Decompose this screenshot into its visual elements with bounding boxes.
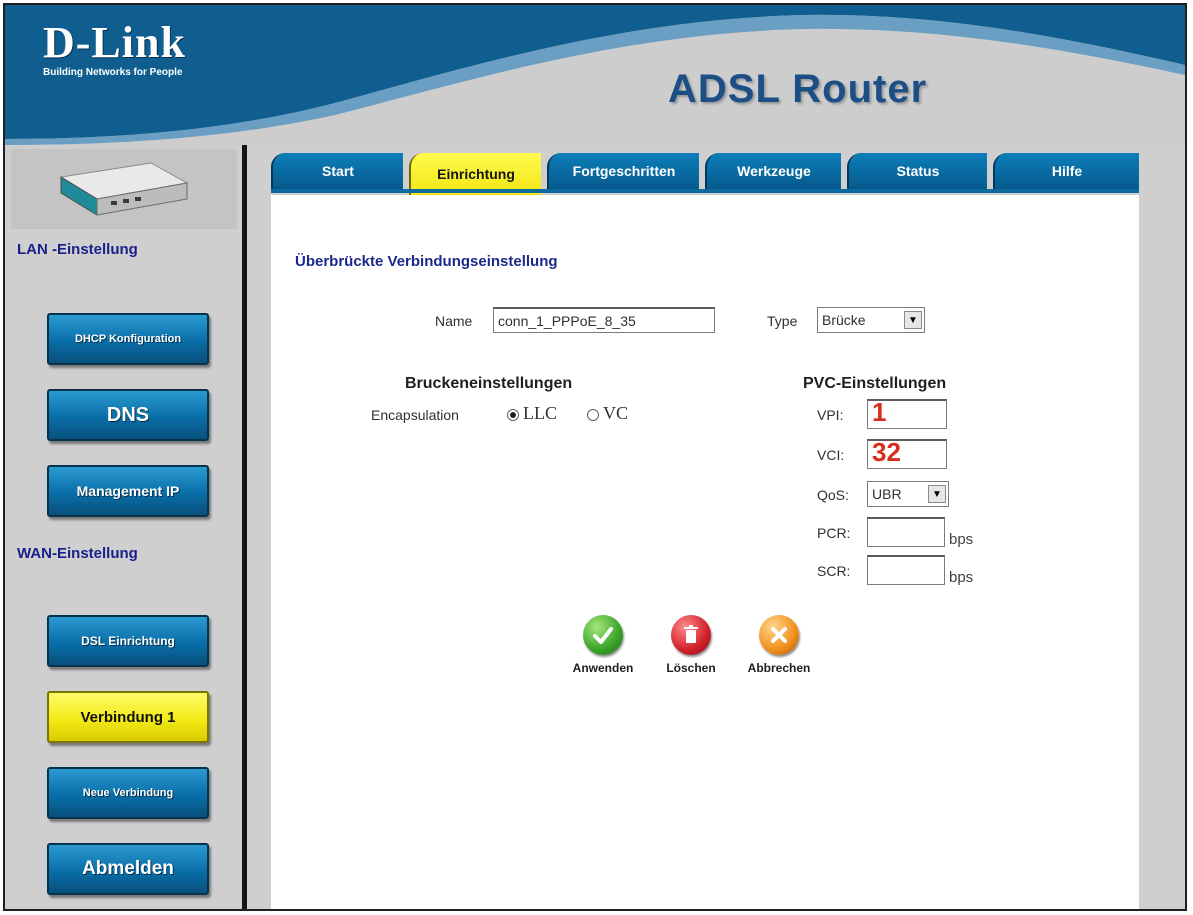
- dlink-logo: D-Link Building Networks for People: [43, 18, 186, 79]
- verbindung-1-button[interactable]: Verbindung 1: [47, 691, 209, 743]
- logout-label: Abmelden: [82, 858, 174, 879]
- name-input[interactable]: [493, 307, 715, 333]
- dsl-setup-button[interactable]: DSL Einrichtung: [47, 615, 209, 667]
- dns-label: DNS: [106, 403, 150, 426]
- logo-wordmark: D-Link: [43, 18, 186, 67]
- vci-label: VCI:: [817, 447, 845, 463]
- product-title: ADSL Router: [668, 67, 928, 111]
- content-panel: Überbrückte Verbindungseinstellung Name …: [271, 195, 1139, 909]
- name-label: Name: [435, 313, 473, 329]
- router-window: D-Link Building Networks for People ADSL…: [3, 3, 1187, 911]
- scr-unit: bps: [949, 569, 974, 586]
- qos-label: QoS:: [817, 487, 849, 503]
- chevron-down-icon: ▼: [904, 311, 922, 329]
- dns-button[interactable]: DNS: [47, 389, 209, 441]
- scr-label: SCR:: [817, 563, 851, 579]
- trash-icon: [671, 615, 711, 655]
- cancel-label: Abbrechen: [747, 661, 811, 675]
- pcr-label: PCR:: [817, 525, 851, 541]
- header-banner: D-Link Building Networks for People ADSL…: [5, 5, 1185, 145]
- vci-value: 32: [872, 437, 901, 467]
- close-icon: [759, 615, 799, 655]
- qos-select[interactable]: UBR ▼: [867, 481, 949, 507]
- vpi-label: VPI:: [817, 407, 844, 423]
- dhcp-config-button[interactable]: DHCP Konfiguration: [47, 313, 209, 365]
- bridge-settings-heading: Bruckeneinstellungen: [405, 375, 573, 392]
- router-device-icon: [11, 149, 237, 229]
- page-title: Überbrückte Verbindungseinstellung: [295, 253, 558, 270]
- type-select-value: Brücke: [822, 312, 866, 328]
- lan-section-label: LAN -Einstellung: [17, 241, 138, 258]
- vci-input[interactable]: 32: [867, 439, 947, 469]
- tab-fortgeschritten[interactable]: Fortgeschritten: [547, 153, 699, 189]
- logout-button[interactable]: Abmelden: [47, 843, 209, 895]
- chevron-down-icon: ▼: [928, 485, 946, 503]
- new-connection-button[interactable]: Neue Verbindung: [47, 767, 209, 819]
- pcr-input[interactable]: [867, 517, 945, 547]
- verbindung-1-label: Verbindung 1: [80, 708, 176, 726]
- dhcp-config-label: DHCP Konfiguration: [74, 333, 182, 345]
- vpi-input[interactable]: 1: [867, 399, 947, 429]
- management-ip-label: Management IP: [76, 483, 180, 499]
- vpi-value: 1: [872, 397, 887, 427]
- pvc-settings-heading: PVC-Einstellungen: [803, 375, 947, 392]
- dsl-setup-label: DSL Einrichtung: [81, 634, 175, 648]
- delete-button[interactable]: Löschen: [651, 615, 731, 675]
- type-select[interactable]: Brücke ▼: [817, 307, 925, 333]
- sidebar: LAN -Einstellung DHCP Konfiguration DNS …: [5, 145, 241, 909]
- vc-label: VC: [603, 403, 629, 423]
- scr-input[interactable]: [867, 555, 945, 585]
- tab-werkzeuge[interactable]: Werkzeuge: [705, 153, 841, 189]
- delete-label: Löschen: [666, 661, 716, 675]
- llc-label: LLC: [523, 403, 557, 423]
- llc-radio[interactable]: [507, 409, 519, 421]
- tab-underline: [271, 189, 1139, 193]
- tab-hilfe[interactable]: Hilfe: [993, 153, 1139, 189]
- qos-select-value: UBR: [872, 486, 902, 502]
- vc-radio[interactable]: [587, 409, 599, 421]
- apply-button[interactable]: Anwenden: [563, 615, 643, 675]
- logo-tagline: Building Networks for People: [43, 67, 183, 78]
- type-label: Type: [767, 313, 798, 329]
- encapsulation-label: Encapsulation: [371, 407, 459, 423]
- tab-start[interactable]: Start: [271, 153, 403, 189]
- new-connection-label: Neue Verbindung: [82, 787, 174, 799]
- main-area: Start Einrichtung Fortgeschritten Werkze…: [247, 145, 1185, 909]
- tab-status[interactable]: Status: [847, 153, 987, 189]
- wan-section-label: WAN-Einstellung: [17, 545, 138, 562]
- checkmark-icon: [583, 615, 623, 655]
- management-ip-button[interactable]: Management IP: [47, 465, 209, 517]
- cancel-button[interactable]: Abbrechen: [739, 615, 819, 675]
- apply-label: Anwenden: [572, 661, 634, 675]
- pcr-unit: bps: [949, 531, 974, 548]
